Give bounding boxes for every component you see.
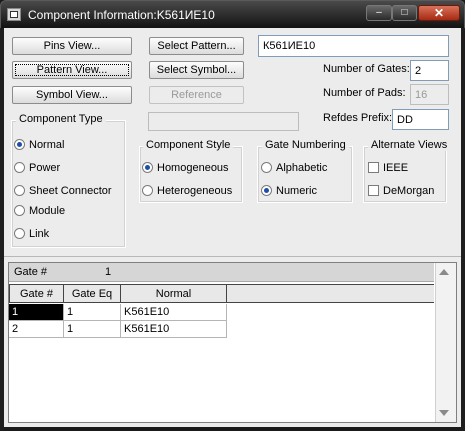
table-cell[interactable]: K561E10 [121, 321, 227, 338]
gate-number-label: Gate # [14, 266, 48, 278]
pins-view-button[interactable]: Pins View... [12, 37, 132, 55]
reference-button[interactable]: Reference [149, 86, 244, 104]
number-of-pads-field: 16 [410, 84, 449, 105]
radio-module[interactable]: Module [14, 204, 65, 218]
component-type-title: Component Type [16, 113, 106, 125]
radio-selected-icon [14, 139, 25, 150]
minimize-button[interactable]: – [366, 5, 392, 21]
number-of-gates-field[interactable]: 2 [410, 60, 449, 81]
radio-link[interactable]: Link [14, 227, 49, 241]
component-name-field[interactable]: К561ИЕ10 [258, 35, 449, 57]
alternate-views-title: Alternate Views [368, 139, 451, 151]
close-button[interactable]: ✕ [418, 5, 460, 21]
select-symbol-button[interactable]: Select Symbol... [149, 61, 244, 79]
table-cell[interactable]: 1 [64, 321, 121, 338]
column-header-empty [227, 285, 434, 303]
radio-sheet-connector[interactable]: Sheet Connector [14, 184, 112, 198]
table-cell[interactable]: K561E10 [121, 304, 227, 321]
radio-normal[interactable]: Normal [14, 138, 64, 152]
checkbox-demorgan[interactable]: DeMorgan [368, 184, 434, 198]
radio-alphabetic[interactable]: Alphabetic [261, 161, 327, 175]
checkbox-ieee[interactable]: IEEE [368, 161, 408, 175]
table-cell[interactable]: 1 [64, 304, 121, 321]
radio-selected-icon [261, 185, 272, 196]
column-header-normal[interactable]: Normal [121, 285, 227, 303]
radio-icon [14, 228, 25, 239]
column-header-gate-number[interactable]: Gate # [9, 285, 64, 303]
number-of-pads-label: Number of Pads: [323, 87, 406, 99]
separator [4, 256, 461, 257]
radio-icon [142, 185, 153, 196]
symbol-view-button[interactable]: Symbol View... [12, 86, 132, 104]
refdes-prefix-label: Refdes Prefix: [323, 112, 393, 124]
scroll-down-arrow-icon[interactable] [439, 410, 449, 416]
table-cell[interactable]: 2 [9, 321, 64, 338]
maximize-button[interactable]: □ [392, 5, 417, 21]
select-pattern-button[interactable]: Select Pattern... [149, 37, 244, 55]
radio-icon [14, 162, 25, 173]
gate-number-value: 1 [105, 266, 112, 278]
radio-selected-icon [142, 162, 153, 173]
scroll-up-arrow-icon[interactable] [439, 269, 449, 275]
window-border-right [461, 28, 465, 431]
radio-icon [14, 185, 25, 196]
gate-grid[interactable]: Gate # 1 Gate # Gate Eq Normal 1 1 K561E… [8, 262, 457, 423]
table-cell[interactable]: 1 [9, 304, 64, 321]
vertical-scrollbar[interactable] [435, 263, 456, 422]
title-bar[interactable]: Component Information:K561ИЕ10 – □ ✕ [0, 0, 465, 28]
window-title: Component Information:K561ИЕ10 [28, 8, 215, 22]
reference-field[interactable] [148, 112, 299, 131]
radio-numeric[interactable]: Numeric [261, 184, 317, 198]
checkbox-icon [368, 185, 379, 196]
refdes-prefix-field[interactable]: DD [392, 109, 449, 130]
radio-icon [261, 162, 272, 173]
radio-homogeneous[interactable]: Homogeneous [142, 161, 229, 175]
number-of-gates-label: Number of Gates: [323, 63, 410, 75]
app-icon [7, 8, 21, 21]
component-style-title: Component Style [143, 139, 234, 151]
pattern-view-button[interactable]: Pattern View... [12, 61, 132, 79]
radio-heterogeneous[interactable]: Heterogeneous [142, 184, 232, 198]
gate-info-strip: Gate # 1 [9, 263, 434, 282]
gate-numbering-title: Gate Numbering [262, 139, 349, 151]
column-header-gate-eq[interactable]: Gate Eq [64, 285, 121, 303]
radio-icon [14, 205, 25, 216]
checkbox-icon [368, 162, 379, 173]
radio-power[interactable]: Power [14, 161, 60, 175]
